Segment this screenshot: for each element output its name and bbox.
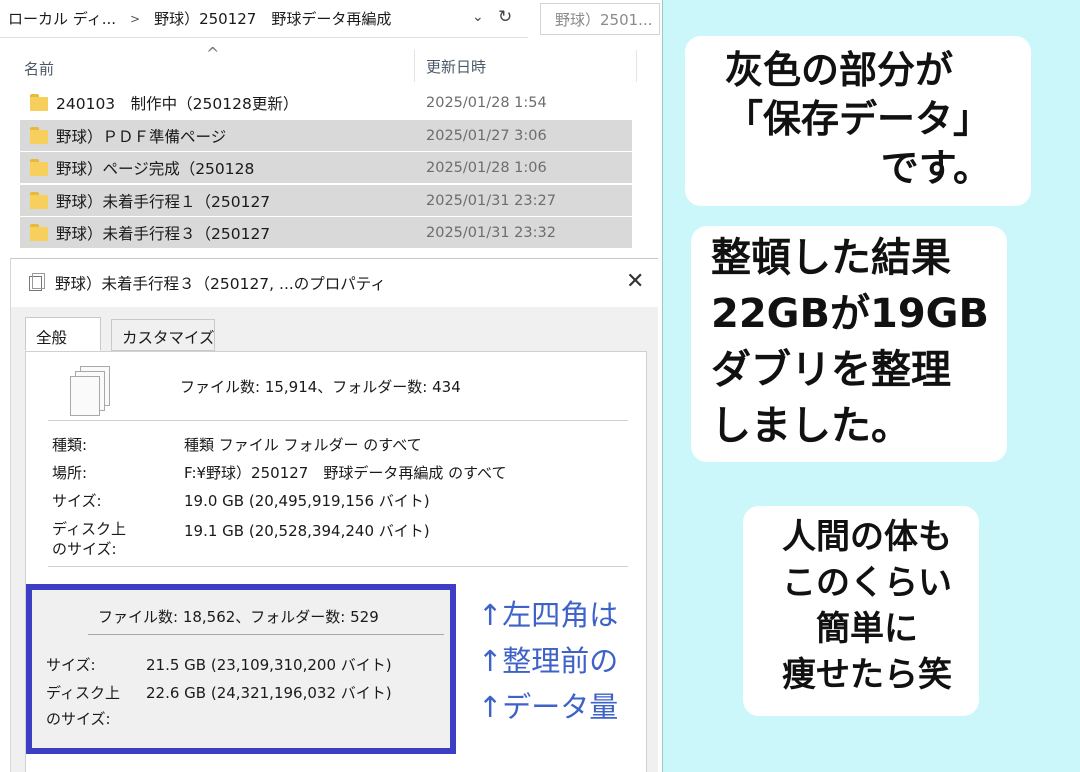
close-icon[interactable]: ✕ — [626, 269, 644, 294]
disk-size-label-2: のサイズ: — [52, 540, 117, 558]
commentary-panel: 灰色の部分が 「保存データ」 です。 整頓した結果 22GBが19GB ダブリを… — [662, 0, 1080, 772]
caption-line: 灰色の部分が — [725, 48, 954, 92]
file-name: 野球）未着手行程３（250127 — [56, 224, 271, 243]
divider — [88, 634, 444, 635]
file-row[interactable]: 野球）未着手行程３（250127 2025/01/31 23:32 — [20, 217, 632, 248]
column-divider[interactable] — [636, 50, 637, 82]
size-label: サイズ: — [52, 492, 102, 510]
original-disk-label: ディスク上 — [46, 684, 120, 702]
annotation-note: ↑左四角は ↑整理前の ↑データ量 — [478, 592, 618, 730]
search-input[interactable]: 野球）2501... — [540, 3, 660, 35]
documents-icon — [29, 273, 45, 291]
file-row[interactable]: 野球）ＰＤＦ準備ページ 2025/01/27 3:06 — [20, 120, 632, 151]
breadcrumb-root[interactable]: ローカル ディ... — [8, 8, 116, 29]
caption-bubble-joke: 人間の体も このくらい 簡単に 痩せたら笑 — [743, 506, 979, 716]
divider — [48, 566, 628, 567]
caption-line: 「保存データ」 — [725, 97, 992, 141]
caption-line: 整頓した結果 — [711, 235, 951, 281]
file-date: 2025/01/28 1:54 — [426, 94, 547, 111]
file-explorer-window: ローカル ディ... > 野球）250127 野球データ再編成 ⌄ ↻ 野球）2… — [0, 0, 662, 772]
breadcrumb-separator-icon: > — [130, 11, 141, 26]
caption-bubble-saved-data: 灰色の部分が 「保存データ」 です。 — [685, 36, 1031, 206]
divider — [48, 420, 628, 421]
original-size-label: サイズ: — [46, 656, 96, 674]
note-line: ↑左四角は — [478, 598, 619, 632]
tab-general[interactable]: 全般 — [25, 317, 101, 351]
caption-line: です。 — [880, 146, 991, 190]
breadcrumb-current[interactable]: 野球）250127 野球データ再編成 — [154, 8, 391, 29]
file-date: 2025/01/31 23:27 — [426, 192, 556, 209]
tab-customize[interactable]: カスタマイズ — [111, 319, 215, 351]
location-label: 場所: — [52, 464, 88, 482]
file-name: 野球）ＰＤＦ準備ページ — [56, 127, 227, 146]
note-line: ↑データ量 — [478, 690, 619, 724]
column-divider[interactable] — [414, 50, 415, 82]
dialog-titlebar[interactable]: 野球）未着手行程３（250127, ...のプロパティ ✕ — [11, 259, 658, 307]
disk-size-label: ディスク上 — [52, 520, 126, 538]
original-size-box: ファイル数: 18,562、フォルダー数: 529 サイズ: 21.5 GB (… — [26, 584, 456, 754]
file-date: 2025/01/27 3:06 — [426, 127, 547, 144]
multiple-files-icon — [70, 366, 110, 418]
folder-icon — [30, 224, 48, 241]
location-value: F:¥野球）250127 野球データ再編成 のすべて — [184, 464, 507, 482]
note-line: ↑整理前の — [478, 644, 619, 678]
caption-line: 22GBが19GB — [711, 291, 989, 337]
address-bar[interactable]: ローカル ディ... > 野球）250127 野球データ再編成 ⌄ ↻ — [0, 0, 528, 38]
folder-icon — [30, 192, 48, 209]
file-row[interactable]: 野球）未着手行程１（250127 2025/01/31 23:27 — [20, 185, 632, 216]
caption-line: ダブリを整理 — [711, 347, 951, 393]
file-name: 野球）未着手行程１（250127 — [56, 192, 271, 211]
dialog-title: 野球）未着手行程３（250127, ...のプロパティ — [55, 275, 386, 293]
folder-icon — [30, 94, 48, 111]
file-name: 野球）ページ完成（250128 — [56, 159, 255, 178]
file-date: 2025/01/28 1:06 — [426, 159, 547, 176]
column-header-date[interactable]: 更新日時 — [426, 56, 486, 77]
refresh-icon[interactable]: ↻ — [498, 7, 512, 27]
chevron-down-icon[interactable]: ⌄ — [472, 9, 484, 25]
column-header-name[interactable]: 名前 — [24, 58, 54, 79]
original-file-folder-count: ファイル数: 18,562、フォルダー数: 529 — [98, 608, 379, 626]
size-value: 19.0 GB (20,495,919,156 バイト) — [184, 492, 430, 510]
file-row[interactable]: 240103 制作中（250128更新） 2025/01/28 1:54 — [20, 87, 632, 118]
original-size-value: 21.5 GB (23,109,310,200 バイト) — [146, 656, 392, 674]
file-row[interactable]: 野球）ページ完成（250128 2025/01/28 1:06 — [20, 152, 632, 183]
original-disk-label-2: のサイズ: — [46, 710, 111, 728]
caption-line: 痩せたら笑 — [782, 655, 952, 695]
folder-icon — [30, 159, 48, 176]
file-name: 240103 制作中（250128更新） — [56, 94, 299, 113]
caption-bubble-result: 整頓した結果 22GBが19GB ダブリを整理 しました。 — [691, 226, 1007, 462]
original-disk-value: 22.6 GB (24,321,196,032 バイト) — [146, 684, 392, 702]
caption-line: このくらい — [782, 563, 952, 603]
caption-line: 簡単に — [816, 609, 918, 649]
type-label: 種類: — [52, 436, 88, 454]
type-value: 種類 ファイル フォルダー のすべて — [184, 436, 422, 454]
file-date: 2025/01/31 23:32 — [426, 224, 556, 241]
file-folder-count: ファイル数: 15,914、フォルダー数: 434 — [180, 378, 461, 396]
column-headers: ^ 名前 更新日時 — [0, 44, 662, 86]
caption-line: しました。 — [711, 403, 911, 449]
sort-ascending-icon: ^ — [206, 44, 220, 63]
caption-line: 人間の体も — [782, 517, 952, 557]
disk-size-value: 19.1 GB (20,528,394,240 バイト) — [184, 522, 430, 540]
folder-icon — [30, 127, 48, 144]
